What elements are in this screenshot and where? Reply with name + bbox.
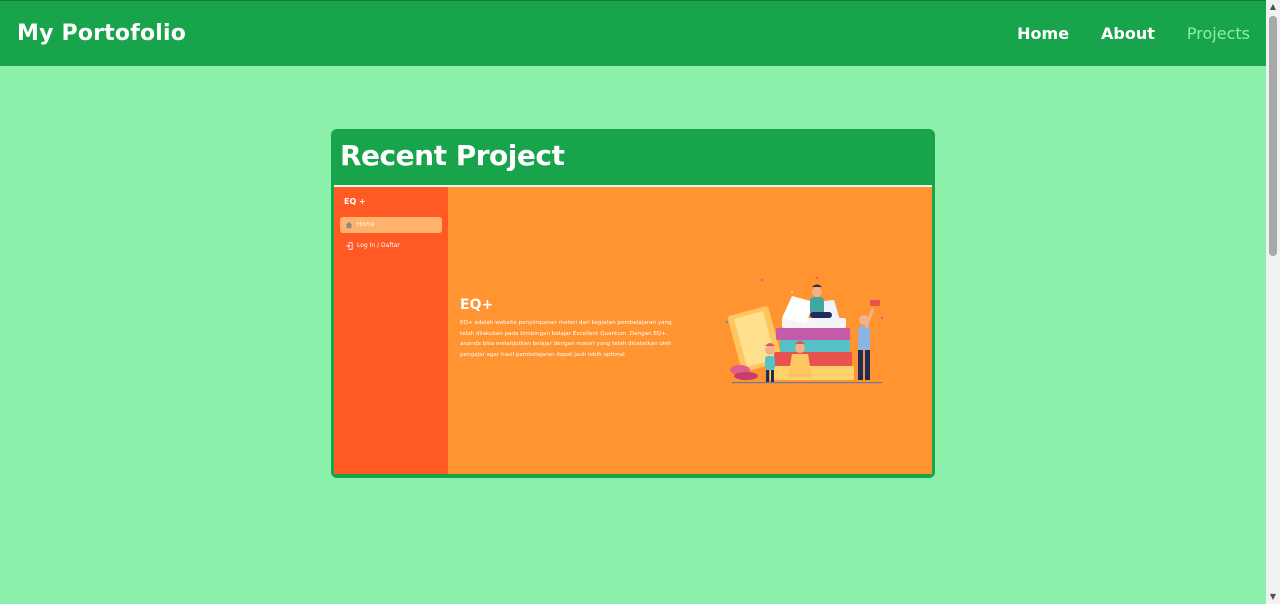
scrollbar-thumb[interactable] [1269,16,1277,256]
preview-description: EQ+ adalah website penyimpanan materi da… [460,320,672,358]
preview-sidebar-item-home: Home [340,217,442,233]
navbar: My Portofolio Home About Projects [0,0,1266,66]
preview-sidebar-item-label: Home [357,221,375,228]
preview-brand: EQ + [344,197,366,206]
nav-link-home[interactable]: Home [1017,24,1069,43]
nav-link-projects[interactable]: Projects [1187,24,1250,43]
home-icon [345,221,353,229]
people-reading-books-illustration [725,276,884,384]
recent-project-card: Recent Project EQ + Home Log In / Daftar… [331,129,935,478]
scroll-down-arrow-icon[interactable]: ▼ [1266,590,1280,604]
site-brand[interactable]: My Portofolio [17,21,186,46]
login-icon [345,242,353,250]
preview-sidebar: EQ + Home Log In / Daftar [334,187,448,474]
scroll-up-arrow-icon[interactable]: ▲ [1266,0,1280,14]
preview-sidebar-item-login: Log In / Daftar [340,239,442,253]
preview-heading: EQ+ [460,297,494,313]
project-preview-screenshot[interactable]: EQ + Home Log In / Daftar EQ+ EQ+ adalah… [334,187,932,474]
card-title: Recent Project [340,139,565,172]
page-scrollbar[interactable]: ▲ ▼ [1266,0,1280,604]
nav-link-about[interactable]: About [1101,24,1155,43]
preview-sidebar-item-label: Log In / Daftar [357,242,400,249]
nav-links: Home About Projects [985,24,1250,43]
